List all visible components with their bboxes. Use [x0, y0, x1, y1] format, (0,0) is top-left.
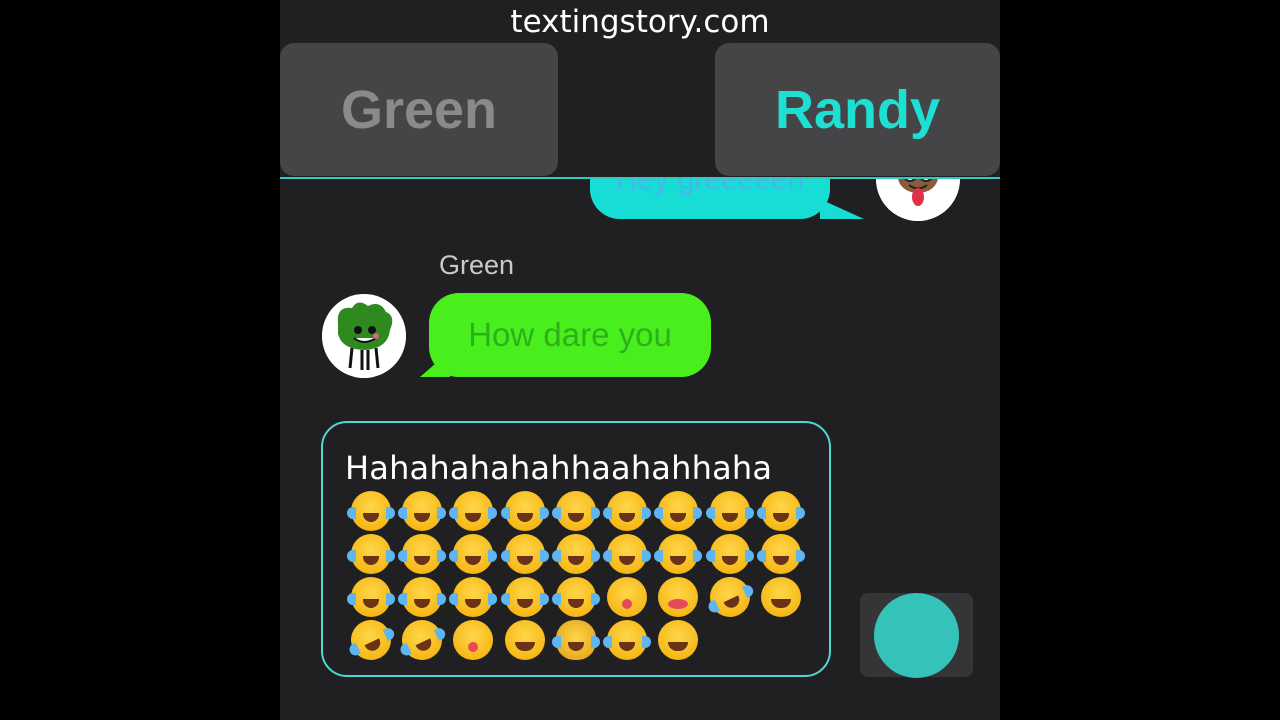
rofl-face [703, 569, 757, 624]
laughing-emoji-icon [653, 618, 704, 661]
joy-emoji-icon [396, 532, 447, 575]
joy-emoji-icon [396, 575, 447, 618]
joy-face [346, 533, 395, 574]
laughing-face [761, 576, 802, 617]
joy-emoji-icon [499, 575, 550, 618]
joy-emoji-icon [550, 489, 601, 532]
joy-emoji-icon [550, 532, 601, 575]
message-bubble-received: How dare you [429, 293, 711, 377]
joy-face [346, 576, 395, 617]
send-circle-icon[interactable] [874, 593, 959, 678]
joy-emoji-icon [601, 618, 652, 661]
joy-emoji-icon [345, 489, 396, 532]
rofl-face [344, 612, 398, 667]
bubble-tail [820, 199, 864, 219]
message-compose-box[interactable]: Hahahahahahhaahahhaha [321, 421, 831, 677]
compose-text: Hahahahahahhaahahhaha [345, 449, 773, 487]
joy-face [449, 490, 498, 531]
joy-emoji-icon [704, 489, 755, 532]
joy-face [397, 576, 446, 617]
joy-emoji-icon [755, 489, 806, 532]
joy-face [500, 533, 549, 574]
joy-face [397, 490, 446, 531]
joy-emoji-icon [499, 532, 550, 575]
randy-avatar-icon [876, 179, 960, 221]
contact-button-green[interactable]: Green [280, 43, 558, 176]
joy-emoji-icon [345, 575, 396, 618]
joy-cat-emoji-icon [550, 618, 601, 661]
zany-face [453, 619, 494, 660]
rofl-emoji-icon [395, 612, 449, 667]
joy-emoji-icon [396, 489, 447, 532]
joy-emoji-icon [499, 489, 550, 532]
emoji-grid [344, 489, 807, 667]
joy-face [757, 490, 806, 531]
joy-emoji-icon [601, 532, 652, 575]
joy-emoji-icon [448, 532, 499, 575]
joy-face [705, 533, 754, 574]
chat-thread: Hey greeeeen Green How dare you Hahahaha… [280, 179, 1000, 720]
joy-face [500, 576, 549, 617]
send-area [860, 593, 973, 678]
joy-face [603, 533, 652, 574]
laughing-emoji-icon [755, 575, 806, 618]
contact-button-randy[interactable]: Randy [715, 43, 1000, 176]
joy-face [449, 533, 498, 574]
joy-face [654, 490, 703, 531]
joy-face [757, 533, 806, 574]
joy-face [654, 533, 703, 574]
rofl-emoji-icon [344, 612, 398, 667]
joy-face [551, 576, 600, 617]
joy-cat-face [551, 619, 600, 660]
joy-emoji-icon [448, 575, 499, 618]
joy-emoji-icon [704, 532, 755, 575]
zany-face [607, 576, 648, 617]
joy-emoji-icon [653, 532, 704, 575]
rofl-face [395, 612, 449, 667]
bubble-tail [420, 351, 450, 377]
joy-emoji-icon [755, 532, 806, 575]
message-bubble-sent: Hey greeeeen [590, 179, 830, 219]
joy-face [705, 490, 754, 531]
joy-face [346, 490, 395, 531]
site-watermark: textingstory.com [510, 4, 770, 40]
joy-face [449, 576, 498, 617]
zany-emoji-icon [601, 575, 652, 618]
joy-face [551, 490, 600, 531]
zany-emoji-icon [448, 618, 499, 661]
joy-face [603, 490, 652, 531]
squint-tongue-emoji-icon [653, 575, 704, 618]
squint-tongue-face [658, 576, 699, 617]
sender-name: Green [439, 250, 515, 280]
joy-emoji-icon [653, 489, 704, 532]
laughing-face [658, 619, 699, 660]
joy-emoji-icon [345, 532, 396, 575]
joy-face [603, 619, 652, 660]
joy-face [551, 533, 600, 574]
joy-face [397, 533, 446, 574]
joy-emoji-icon [601, 489, 652, 532]
message-text: How dare you [468, 316, 672, 353]
joy-face [500, 490, 549, 531]
green-avatar-icon [322, 294, 406, 378]
laughing-emoji-icon [499, 618, 550, 661]
laughing-face [504, 619, 545, 660]
joy-emoji-icon [448, 489, 499, 532]
message-text: Hey greeeeen [615, 179, 805, 196]
joy-emoji-icon [550, 575, 601, 618]
phone-screen: textingstory.com Green Randy Hey greeeee… [280, 0, 1000, 720]
rofl-emoji-icon [703, 569, 757, 624]
